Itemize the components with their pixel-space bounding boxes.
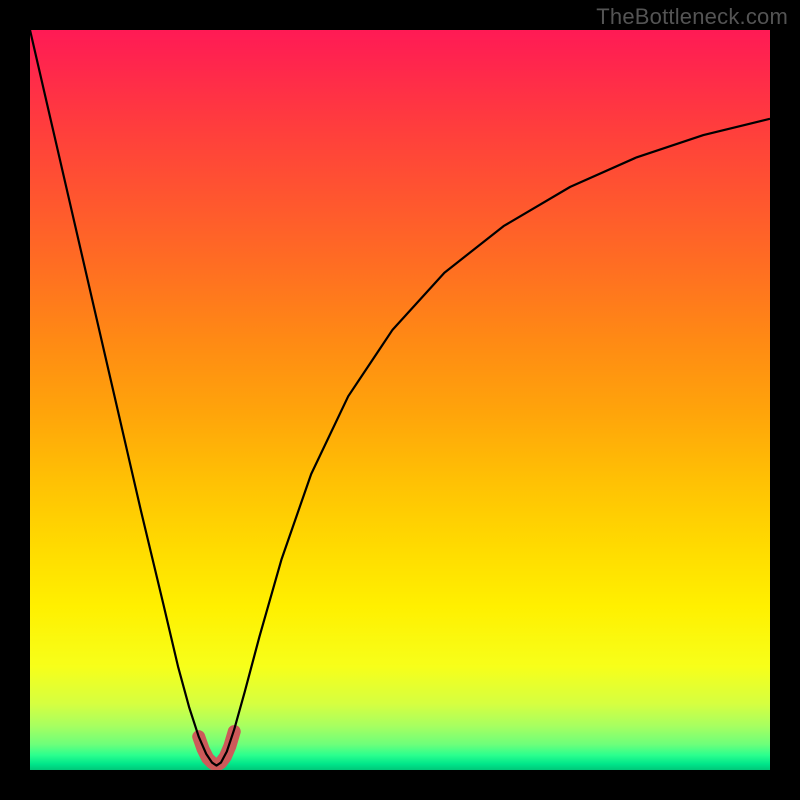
watermark-text: TheBottleneck.com	[596, 4, 788, 30]
plot-area	[30, 30, 770, 770]
curve-layer	[30, 30, 770, 770]
bottleneck-curve	[30, 30, 770, 766]
chart-frame: TheBottleneck.com	[0, 0, 800, 800]
